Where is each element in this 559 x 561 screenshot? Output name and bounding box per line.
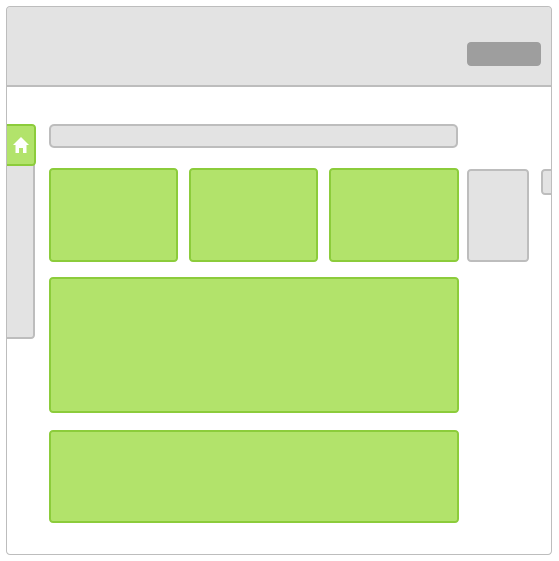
- content-tile-3[interactable]: [329, 168, 459, 262]
- main-content-panel[interactable]: [49, 277, 459, 413]
- address-bar[interactable]: [49, 124, 458, 148]
- title-bar: [7, 7, 551, 87]
- title-bar-button[interactable]: [467, 42, 541, 66]
- home-icon: [12, 137, 29, 153]
- lower-content-panel[interactable]: [49, 430, 459, 523]
- content-tile-4[interactable]: [467, 169, 529, 262]
- content-tile-1[interactable]: [49, 168, 178, 262]
- content-tile-5-partial[interactable]: [541, 169, 551, 195]
- app-window: [6, 6, 552, 555]
- home-tab[interactable]: [7, 124, 36, 166]
- content-tile-2[interactable]: [189, 168, 318, 262]
